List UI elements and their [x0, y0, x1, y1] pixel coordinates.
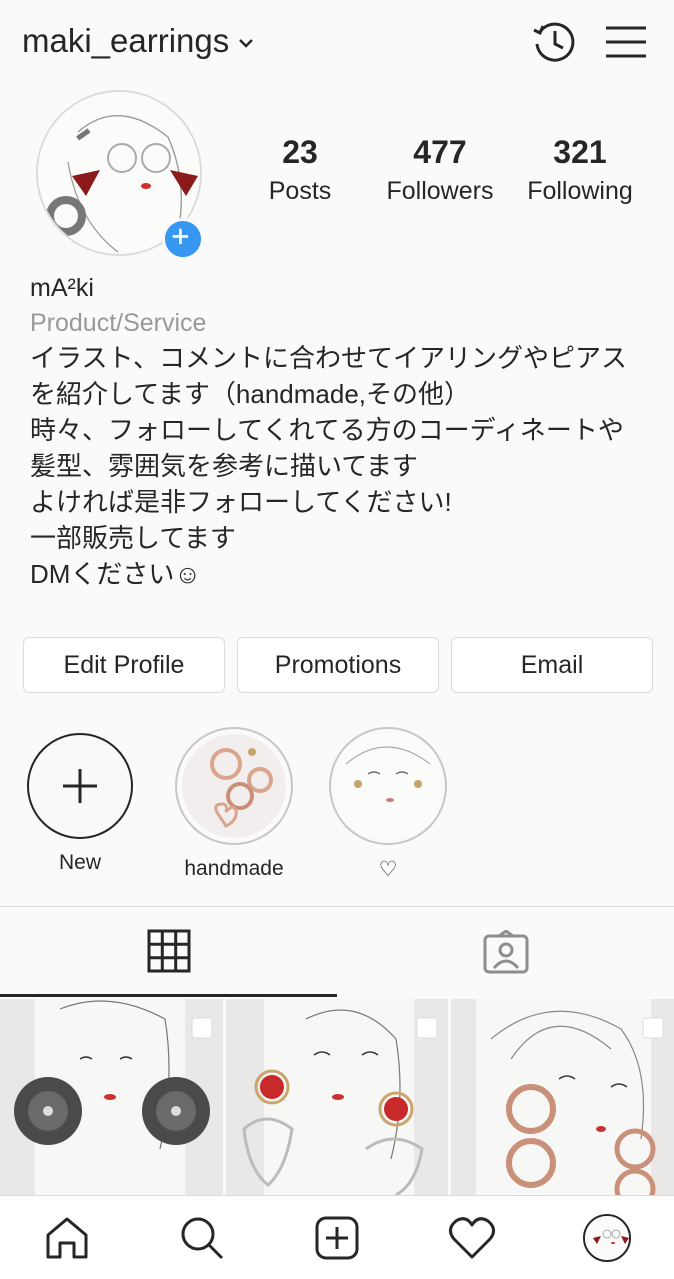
bio-line: を紹介してます（handmade,その他） — [30, 379, 471, 409]
nav-search[interactable] — [172, 1208, 232, 1268]
bio-text: イラスト、コメントに合わせてイアリングやピアス を紹介してます（handmade… — [30, 340, 650, 592]
nav-add-post[interactable] — [307, 1208, 367, 1268]
nav-home[interactable] — [37, 1208, 97, 1268]
history-icon[interactable] — [530, 18, 578, 66]
bio-line: 一部販売してます — [30, 523, 236, 553]
post-thumbnail[interactable] — [0, 999, 223, 1195]
add-post-icon — [315, 1216, 359, 1259]
followers-stat[interactable]: 477 Followers — [370, 134, 510, 206]
chevron-down-icon — [239, 39, 254, 48]
posts-stat[interactable]: 23 Posts — [230, 134, 370, 206]
highlight-new[interactable]: New — [21, 727, 139, 875]
tab-grid[interactable] — [0, 907, 337, 997]
multiple-photos-icon — [642, 1017, 664, 1039]
new-highlight-circle[interactable] — [27, 733, 133, 839]
highlight-label: ♡ — [378, 858, 398, 881]
home-icon — [46, 1217, 88, 1258]
search-icon — [181, 1217, 224, 1259]
profile-tabs — [0, 906, 674, 997]
bottom-navigation — [0, 1195, 674, 1279]
avatar-illustration — [584, 1215, 629, 1260]
account-category: Product/Service — [30, 309, 207, 337]
highlight-label: handmade — [184, 857, 284, 880]
nav-profile[interactable] — [577, 1208, 637, 1268]
posts-grid — [0, 999, 674, 1195]
promotions-button[interactable]: Promotions — [237, 637, 439, 693]
bio-line: DMください☺ — [30, 559, 201, 589]
email-button[interactable]: Email — [451, 637, 653, 693]
edit-profile-button[interactable]: Edit Profile — [23, 637, 225, 693]
highlight-ring[interactable] — [329, 727, 447, 845]
tagged-icon — [483, 930, 528, 974]
following-count: 321 — [553, 134, 607, 170]
highlight-cover — [182, 734, 286, 838]
bio-line: 時々、フォローしてくれてる方のコーディネートや — [30, 415, 624, 445]
bio-line: よければ是非フォローしてください! — [30, 487, 452, 517]
nav-activity[interactable] — [442, 1208, 502, 1268]
following-label: Following — [527, 177, 633, 205]
top-bar: maki_earrings — [0, 0, 674, 88]
profile-avatar — [582, 1213, 631, 1262]
post-thumbnail[interactable] — [225, 999, 449, 1195]
posts-label: Posts — [268, 177, 332, 205]
profile-stats: 23 Posts 477 Followers 321 Following — [230, 134, 650, 206]
tab-tagged[interactable] — [337, 907, 674, 997]
posts-count: 23 — [282, 134, 318, 170]
bio-line: 髪型、雰囲気を参考に描いてます — [30, 451, 418, 481]
illustration-photo — [336, 734, 440, 838]
post-thumbnail[interactable] — [451, 999, 674, 1195]
plus-icon — [63, 769, 97, 803]
earrings-photo — [182, 734, 286, 838]
display-name: mA²ki — [30, 274, 94, 302]
profile-bio: mA²ki Product/Service イラスト、コメントに合わせてイアリン… — [30, 274, 650, 592]
highlight-label: New — [58, 851, 101, 874]
bio-line: イラスト、コメントに合わせてイアリングやピアス — [30, 343, 627, 373]
add-story-plus-icon[interactable] — [162, 218, 204, 260]
username-label: maki_earrings — [22, 22, 230, 59]
highlight-cover — [336, 734, 440, 838]
profile-picture-area[interactable] — [36, 90, 204, 260]
multiple-photos-icon — [191, 1017, 213, 1039]
highlight-handmade[interactable]: handmade — [175, 727, 293, 881]
multiple-photos-icon — [416, 1017, 438, 1039]
profile-actions: Edit Profile Promotions Email — [23, 637, 653, 693]
menu-icon[interactable] — [602, 18, 650, 66]
following-stat[interactable]: 321 Following — [510, 134, 650, 206]
grid-icon — [147, 929, 190, 972]
highlight-heart[interactable]: ♡ — [329, 727, 447, 882]
followers-count: 477 — [413, 134, 467, 170]
highlight-ring[interactable] — [175, 727, 293, 845]
account-switcher[interactable]: maki_earrings — [22, 22, 254, 60]
followers-label: Followers — [386, 177, 494, 205]
heart-icon — [448, 1216, 495, 1258]
